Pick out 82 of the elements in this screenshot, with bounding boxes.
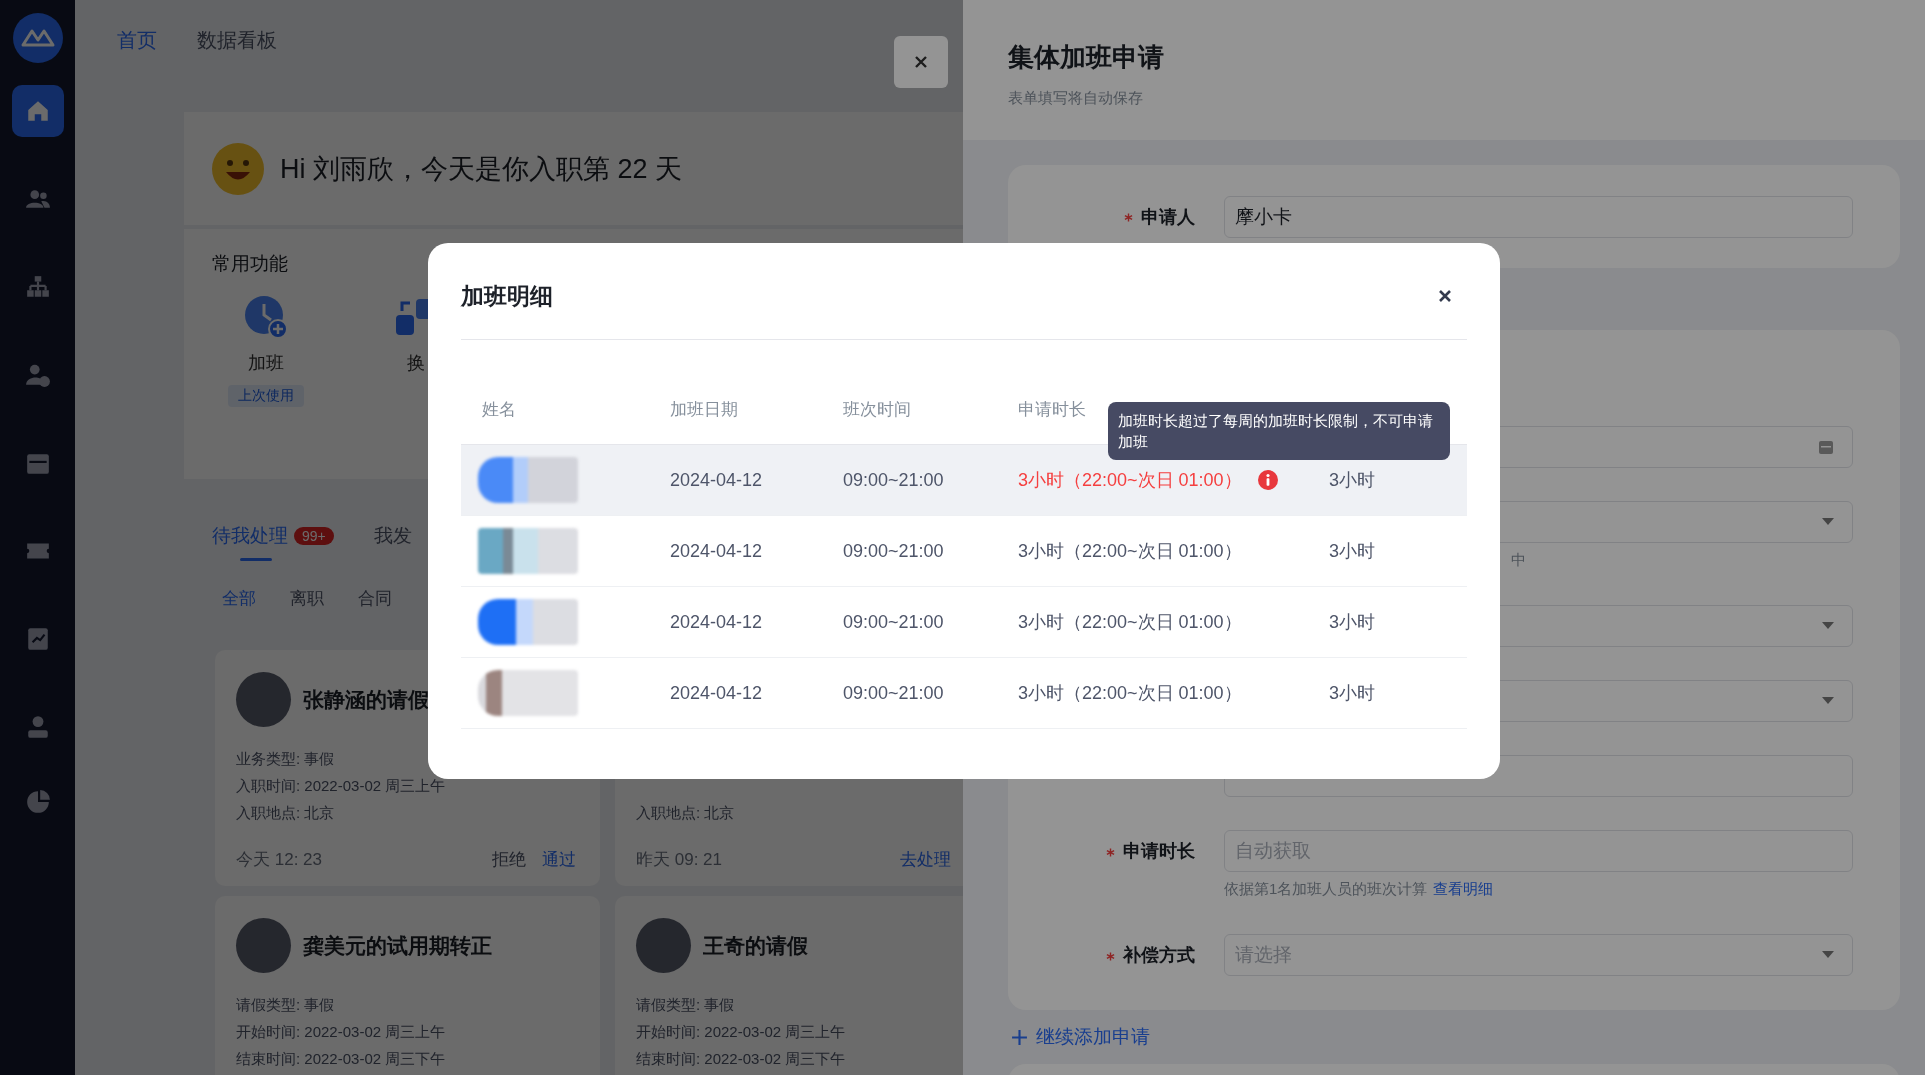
org-chart-icon [24, 274, 51, 300]
add-application-link[interactable]: 继续添加申请 [1011, 1024, 1150, 1050]
task-tab[interactable]: 我发 [373, 523, 412, 553]
card-detail: 结束时间: 2022-03-02 周三下午 [636, 1049, 847, 1069]
card-detail: 入职地点: 北京 [236, 803, 336, 823]
clock-plus-icon [244, 295, 288, 339]
column-header: 申请时长 [1018, 399, 1086, 421]
action-link[interactable]: 去处理 [900, 848, 951, 871]
column-header: 班次时间 [843, 399, 911, 421]
sidebar-item[interactable] [11, 85, 64, 137]
section-title: 常用功能 [212, 252, 289, 276]
table-cell-text: 2024-04-12 [670, 540, 764, 562]
close-icon [913, 54, 929, 70]
table-cell-text: 3小时 [1329, 540, 1376, 563]
card-title: 张静涵的请假 [303, 686, 429, 713]
filter-tab[interactable]: 全部 [222, 587, 256, 610]
applicant-field[interactable]: 摩小卡 [1224, 195, 1853, 238]
table-cell-text: 2024-04-12 [670, 469, 764, 491]
card-detail: 结束时间: 2022-03-02 周三下午 [236, 1049, 447, 1069]
field-hint: 依据第1名加班人员的班次计算 [1224, 880, 1428, 897]
field-label: 申请人 [1008, 204, 1195, 229]
greeting-text: Hi 刘雨欣，今天是你入职第 22 天 [280, 152, 683, 186]
field-label: 申请时长 [1008, 839, 1195, 863]
table-cell-text: 3小时 [1329, 611, 1376, 634]
close-icon[interactable] [1437, 288, 1453, 304]
card-title: 龚美元的试用期转正 [303, 932, 492, 959]
table-cell-text: 2024-04-12 [670, 611, 764, 633]
card-time: 昨天 09: 21 [636, 849, 722, 871]
action-link[interactable]: 通过 [542, 848, 576, 871]
card-time: 今天 12: 23 [236, 849, 322, 871]
info-icon[interactable] [1257, 470, 1278, 490]
card-detail: 开始时间: 2022-03-02 周三上午 [236, 1022, 447, 1042]
smiley-icon [212, 142, 264, 195]
plus-icon [1011, 1028, 1028, 1046]
user-add-icon [24, 362, 51, 388]
card-detail: 请假类型: 事假 [636, 995, 736, 1015]
dialog-title: 加班明细 [461, 281, 553, 311]
avatar [636, 918, 691, 973]
task-card[interactable]: 龚美元的试用期转正 请假类型: 事假 开始时间: 2022-03-02 周三上午 结束时间: 2022-03-02 周三下午 [215, 896, 600, 1075]
card-detail: 业务类型: 事假 [236, 749, 336, 769]
field-label: 补偿方式 [1008, 943, 1195, 967]
column-header: 姓名 [481, 399, 516, 421]
action-link[interactable]: 拒绝 [492, 848, 526, 871]
filter-tab[interactable]: 离职 [290, 587, 324, 610]
last-used-tag: 上次使用 [228, 385, 304, 407]
table-cell-text: 3小时（22:00~次日 01:00） [1018, 611, 1242, 634]
nav-tab[interactable]: 数据看板 [197, 26, 277, 54]
table-cell-text: 3小时 [1329, 682, 1376, 705]
view-details-link[interactable]: 查看明细 [1433, 880, 1494, 897]
column-header: 加班日期 [670, 399, 738, 421]
table-cell-text: 09:00~21:00 [843, 611, 945, 633]
table-cell-text: 09:00~21:00 [843, 540, 945, 562]
filter-tab[interactable]: 合同 [358, 587, 392, 610]
avatar [236, 918, 291, 973]
field-hint: 中 [1511, 551, 1526, 568]
table-cell-text: 3小时（22:00~次日 01:00） [1018, 540, 1242, 563]
table-cell-text: 2024-04-12 [670, 682, 764, 704]
caret-down-icon [1822, 622, 1834, 630]
table-cell-text: 3小时（22:00~次日 01:00） [1018, 469, 1242, 492]
count-badge: 99+ [294, 527, 334, 545]
caret-down-icon [1822, 697, 1834, 705]
card-detail: 请假类型: 事假 [236, 995, 336, 1015]
drawer-title: 集体加班申请 [1008, 41, 1165, 74]
shortcut-item[interactable]: 加班 上次使用 [216, 295, 316, 407]
pie-chart-icon[interactable] [24, 789, 51, 815]
avatar [236, 672, 291, 727]
card-title: 王奇的请假 [703, 932, 808, 959]
table-cell-text: 3小时（22:00~次日 01:00） [1018, 682, 1242, 705]
table-cell-text: 09:00~21:00 [843, 469, 945, 491]
nav-tab[interactable]: 首页 [117, 26, 157, 54]
card-detail: 开始时间: 2022-03-02 周三上午 [636, 1022, 847, 1042]
table-cell-text: 3小时 [1329, 469, 1376, 492]
card-detail: 入职时间: 2022-03-02 周三上午 [236, 776, 447, 796]
caret-down-icon [1822, 951, 1834, 959]
card-detail: 入职地点: 北京 [636, 803, 736, 823]
close-button[interactable] [894, 36, 948, 88]
drawer-subtitle: 表单填写将自动保存 [1008, 89, 1144, 108]
tooltip: 加班时长超过了每周的加班时长限制，不可申请加班 [1107, 402, 1450, 460]
caret-down-icon [1822, 518, 1834, 526]
logo-icon [12, 13, 63, 63]
table-cell-text: 09:00~21:00 [843, 682, 945, 704]
calendar-icon [1818, 439, 1834, 455]
